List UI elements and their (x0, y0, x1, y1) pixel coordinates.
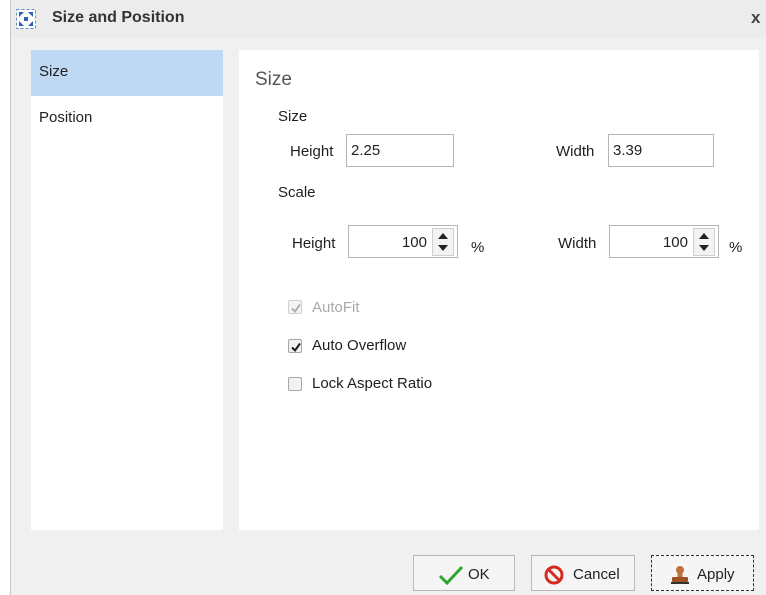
size-and-position-dialog: Size and Position x Size Position Size S… (10, 0, 766, 595)
autofit-label: AutoFit (312, 299, 360, 316)
apply-label: Apply (697, 566, 735, 583)
sidebar-item-label: Position (39, 109, 93, 126)
checkmark-icon (291, 342, 301, 353)
cancel-label: Cancel (573, 566, 620, 583)
close-button[interactable]: x (751, 9, 765, 27)
sidebar-item-size[interactable]: Size (31, 50, 223, 96)
auto-overflow-checkbox[interactable] (288, 339, 302, 353)
checkmark-icon (291, 303, 301, 314)
size-section-label: Size (278, 108, 308, 125)
ok-label: OK (468, 566, 490, 583)
size-height-input[interactable]: 2.25 (346, 134, 454, 167)
size-panel: Size Size Height 2.25 Width 3.39 Scale H… (239, 50, 759, 530)
auto-overflow-label: Auto Overflow (312, 337, 407, 354)
ok-button[interactable]: OK (413, 555, 515, 591)
size-height-label: Height (290, 143, 334, 160)
cancel-button[interactable]: Cancel (531, 555, 635, 591)
panel-heading: Size (255, 69, 292, 90)
size-width-input[interactable]: 3.39 (608, 134, 714, 167)
lock-aspect-ratio-label: Lock Aspect Ratio (312, 375, 433, 392)
checkmark-icon (438, 565, 464, 589)
resize-arrows-icon (16, 9, 36, 29)
sidebar-item-label: Size (39, 63, 69, 80)
stamp-icon (669, 565, 691, 589)
scale-height-unit: % (471, 239, 485, 256)
scale-width-stepper[interactable]: 100 (609, 225, 719, 258)
apply-button[interactable]: Apply (651, 555, 754, 591)
scale-width-unit: % (729, 239, 743, 256)
size-width-label: Width (556, 143, 595, 160)
title-bar: Size and Position x (11, 0, 766, 38)
autofit-checkbox[interactable] (288, 300, 302, 314)
stepper-arrows-icon[interactable] (693, 228, 715, 256)
sidebar: Size Position (31, 50, 223, 530)
scale-width-label: Width (558, 235, 597, 252)
stepper-arrows-icon[interactable] (432, 228, 454, 256)
scale-height-stepper[interactable]: 100 (348, 225, 458, 258)
cancel-icon (544, 565, 564, 589)
sidebar-item-position[interactable]: Position (31, 96, 223, 142)
dialog-title: Size and Position (52, 9, 185, 26)
scale-width-value: 100 (662, 234, 688, 251)
scale-height-value: 100 (401, 234, 427, 251)
scale-height-label: Height (292, 235, 336, 252)
scale-section-label: Scale (278, 184, 316, 201)
lock-aspect-ratio-checkbox[interactable] (288, 377, 302, 391)
